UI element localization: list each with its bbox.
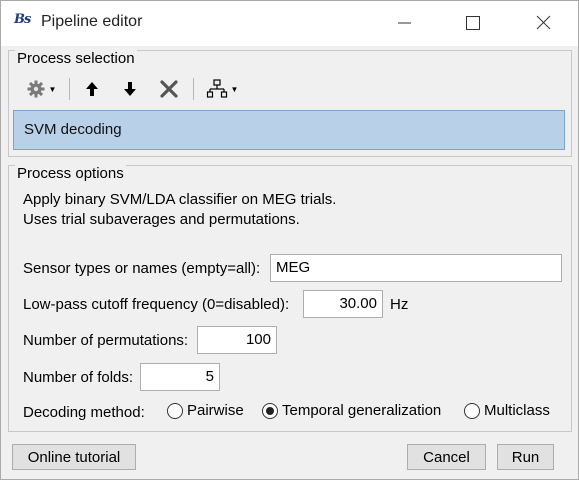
radio-multiclass[interactable]: Multiclass [464,402,550,419]
description-line: Apply binary SVM/LDA classifier on MEG t… [23,191,337,208]
arrow-down-icon [124,82,136,96]
maximize-icon [466,16,480,30]
process-item-svm-decoding[interactable]: SVM decoding [24,121,122,138]
run-button[interactable]: Run [497,444,554,470]
process-options-label: Process options [15,165,126,182]
lowpass-label: Low-pass cutoff frequency (0=disabled): [23,296,290,313]
move-up-button[interactable] [79,75,105,103]
lowpass-input[interactable]: 30.00 [303,290,383,318]
decoding-method-group: Decoding method: Pairwise Temporal gener… [23,402,568,424]
close-icon [536,15,551,30]
radio-label: Multiclass [484,402,550,419]
sensor-types-input[interactable]: MEG [270,254,562,282]
app-logo: Bs [14,12,31,27]
gear-icon [27,80,45,98]
move-down-button[interactable] [117,75,143,103]
arrow-up-icon [86,82,98,96]
radio-button[interactable] [167,402,183,419]
chevron-down-icon: ▼ [230,84,239,94]
process-selection-group: Process selection ▼ ▼ SVM decoding [8,50,572,157]
minimize-button[interactable] [381,8,427,38]
minimize-icon [398,22,411,24]
delete-icon [160,80,178,98]
process-menu-button[interactable]: ▼ [21,75,61,103]
maximize-button[interactable] [450,8,496,38]
radio-button-selected[interactable] [262,402,278,419]
title-bar[interactable]: Bs Pipeline editor [0,0,579,46]
folds-label: Number of folds: [23,369,134,386]
permutations-input[interactable]: 100 [197,326,277,354]
toolbar-separator [193,78,194,100]
window-title: Pipeline editor [41,13,143,30]
radio-button[interactable] [464,402,480,419]
lowpass-unit: Hz [390,296,409,313]
process-options-group: Process options Apply binary SVM/LDA cla… [8,165,572,432]
pipeline-menu-button[interactable]: ▼ [201,75,243,103]
pipeline-tree-icon [206,79,227,98]
close-button[interactable] [520,8,566,38]
radio-label: Temporal generalization [282,402,442,419]
radio-pairwise[interactable]: Pairwise [167,402,244,419]
delete-process-button[interactable] [155,75,183,103]
cancel-button[interactable]: Cancel [407,444,486,470]
permutations-label: Number of permutations: [23,332,189,349]
radio-label: Pairwise [187,402,244,419]
folds-input[interactable]: 5 [140,363,220,391]
sensor-types-label: Sensor types or names (empty=all): [23,260,261,277]
radio-temporal-generalization[interactable]: Temporal generalization [262,402,441,419]
chevron-down-icon: ▼ [48,84,57,94]
process-list[interactable]: SVM decoding [13,110,565,150]
toolbar-separator [69,78,70,100]
description-line: Uses trial subaverages and permutations. [23,211,300,228]
process-toolbar: ▼ ▼ [11,73,566,105]
process-description: Apply binary SVM/LDA classifier on MEG t… [23,190,336,230]
process-selection-label: Process selection [15,50,137,67]
decoding-method-label: Decoding method: [23,404,145,421]
online-tutorial-button[interactable]: Online tutorial [12,444,136,470]
